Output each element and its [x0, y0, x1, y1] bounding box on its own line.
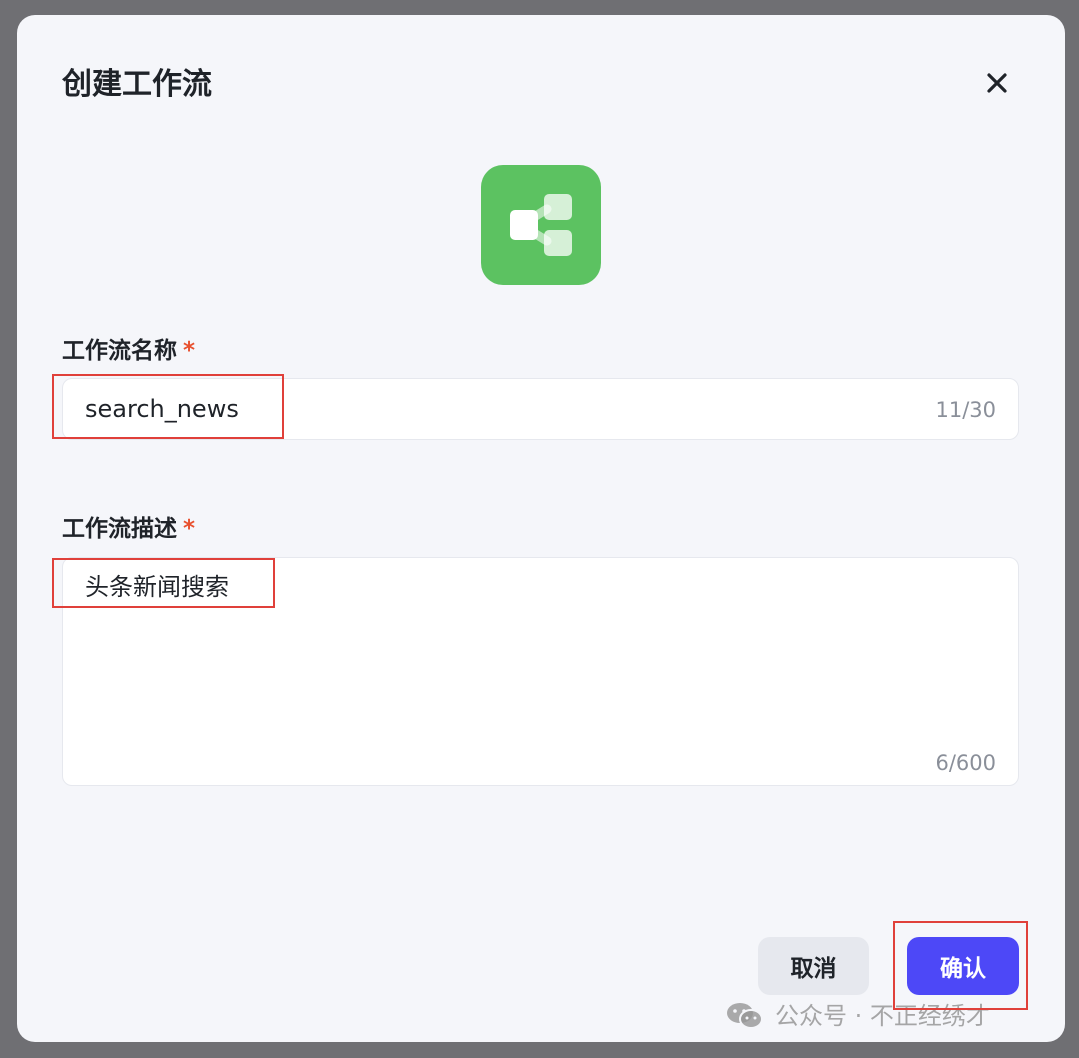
- dialog-title: 创建工作流: [62, 67, 212, 102]
- name-label-text: 工作流名称: [62, 338, 177, 364]
- create-workflow-dialog: 创建工作流 工作流名称 * search_news 11/30 工作流描述 * 头条…: [17, 15, 1065, 1042]
- watermark-text: 公众号 · 不正经绣才: [775, 1002, 990, 1030]
- close-button[interactable]: [979, 65, 1015, 101]
- description-char-counter: 6/600: [935, 751, 996, 775]
- required-mark: *: [183, 516, 196, 542]
- name-input[interactable]: search_news 11/30: [62, 378, 1019, 440]
- description-textarea[interactable]: 头条新闻搜索 6/600: [62, 557, 1019, 786]
- required-mark: *: [183, 338, 196, 364]
- cancel-button[interactable]: 取消: [758, 937, 869, 995]
- confirm-button[interactable]: 确认: [907, 937, 1019, 995]
- description-textarea-value: 头条新闻搜索: [85, 573, 229, 601]
- name-input-value: search_news: [85, 395, 239, 423]
- name-char-counter: 11/30: [935, 398, 996, 422]
- wechat-icon: [727, 1003, 763, 1029]
- description-label: 工作流描述 *: [62, 514, 195, 544]
- workflow-icon[interactable]: [481, 165, 601, 285]
- close-icon: [987, 73, 1007, 93]
- name-label: 工作流名称 *: [62, 336, 195, 366]
- watermark: 公众号 · 不正经绣才: [725, 1000, 990, 1032]
- description-label-text: 工作流描述: [62, 516, 177, 542]
